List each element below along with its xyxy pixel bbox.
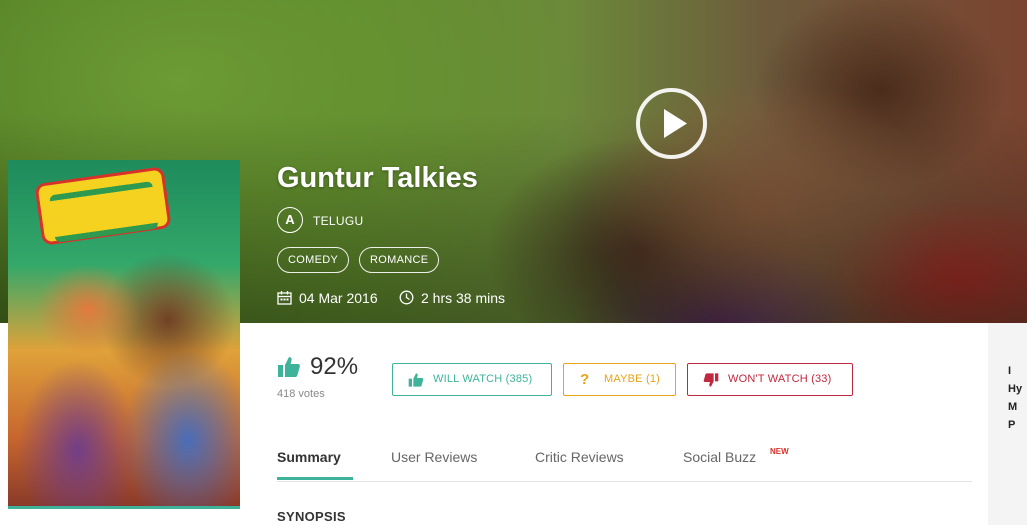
genre-tag-romance[interactable]: ROMANCE — [359, 247, 440, 273]
wont-watch-label: WON'T WATCH (33) — [728, 373, 832, 385]
movie-title: Guntur Talkies — [277, 162, 478, 194]
play-trailer-button[interactable] — [636, 88, 707, 159]
question-mark-icon: ? — [580, 371, 590, 388]
rating-percent: 92% — [310, 353, 359, 380]
language-label: TELUGU — [313, 214, 364, 228]
thumbs-up-icon — [408, 373, 424, 387]
calendar-icon — [277, 291, 292, 305]
play-icon — [664, 109, 687, 138]
will-watch-label: WILL WATCH (385) — [433, 373, 533, 385]
wont-watch-button[interactable]: WON'T WATCH (33) — [687, 363, 853, 396]
maybe-label: MAYBE (1) — [604, 373, 660, 385]
movie-poster[interactable] — [8, 160, 240, 509]
poster-title-logo — [34, 166, 172, 246]
clock-icon — [399, 290, 414, 305]
genre-tag-comedy[interactable]: COMEDY — [277, 247, 350, 273]
tabs-divider — [277, 481, 972, 482]
tab-summary[interactable]: Summary — [277, 449, 341, 465]
new-badge: NEW — [770, 447, 789, 456]
will-watch-button[interactable]: WILL WATCH (385) — [392, 363, 552, 396]
release-date: 04 Mar 2016 — [299, 290, 378, 306]
side-panel: I Hy M P — [988, 323, 1027, 525]
side-panel-line: Hy — [1008, 383, 1023, 395]
maybe-button[interactable]: ? MAYBE (1) — [563, 363, 676, 396]
vote-count: 418 votes — [277, 388, 325, 400]
duration: 2 hrs 38 mins — [421, 290, 506, 306]
tab-critic-reviews[interactable]: Critic Reviews — [535, 449, 624, 465]
thumbs-up-icon — [278, 357, 300, 377]
side-panel-line: P — [1008, 419, 1016, 431]
active-tab-indicator — [277, 477, 353, 480]
synopsis-heading: SYNOPSIS — [277, 509, 346, 524]
certificate-badge: A — [277, 207, 303, 233]
side-panel-line: M — [1008, 401, 1018, 413]
thumbs-down-icon — [703, 373, 719, 387]
side-panel-line: I — [1008, 365, 1012, 377]
tab-social-buzz[interactable]: Social Buzz — [683, 449, 756, 465]
tab-user-reviews[interactable]: User Reviews — [391, 449, 477, 465]
